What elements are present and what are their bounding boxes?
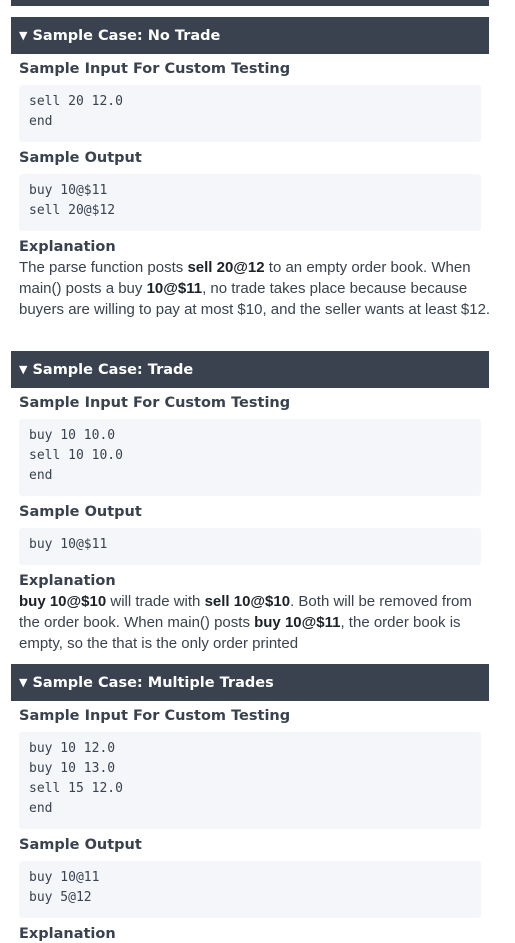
explanation-bold: buy 10@$11 — [254, 614, 341, 631]
explanation-label: Explanation — [19, 926, 116, 942]
caret-down-icon: ▼ — [19, 29, 28, 42]
sample-output-code: buy 10@$11 sell 20@$12 — [19, 174, 481, 231]
explanation-segment: will trade with — [106, 593, 205, 610]
code-line: buy 10@$11 — [29, 183, 108, 198]
sample-output-code: buy 10@$11 — [19, 528, 481, 565]
explanation-segment: The parse function posts — [19, 259, 188, 276]
sample-case-title: Sample Case: Multiple Trades — [32, 674, 274, 691]
caret-down-icon: ▼ — [19, 363, 28, 376]
code-line: buy 10@$11 — [29, 537, 108, 552]
code-line: buy 10 13.0 — [29, 761, 116, 776]
sample-output-label: Sample Output — [19, 504, 142, 520]
sample-case-title: Sample Case: Trade — [32, 361, 194, 378]
sample-input-code: buy 10 12.0 buy 10 13.0 sell 15 12.0 end — [19, 732, 481, 829]
code-line: sell 15 12.0 — [29, 781, 123, 796]
explanation-bold: sell 10@$10 — [204, 593, 291, 610]
sample-input-code: sell 20 12.0 end — [19, 85, 481, 142]
code-line: buy 5@12 — [29, 890, 92, 905]
sample-output-label: Sample Output — [19, 837, 142, 853]
explanation-label: Explanation — [19, 573, 116, 589]
code-line: end — [29, 114, 53, 129]
code-line: buy 10 12.0 — [29, 741, 116, 756]
explanation-text: buy 10@$10 will trade with sell 10@$10. … — [19, 591, 491, 654]
explanation-label: Explanation — [19, 239, 116, 255]
explanation-bold: sell 20@12 — [187, 259, 265, 276]
sample-input-code: buy 10 10.0 sell 10 10.0 end — [19, 419, 481, 496]
code-line: buy 10 10.0 — [29, 428, 116, 443]
sample-case-title: Sample Case: No Trade — [32, 27, 221, 44]
sample-case-header-trade[interactable]: ▼ Sample Case: Trade — [11, 351, 489, 388]
code-line: end — [29, 801, 53, 816]
code-line: sell 20@$12 — [29, 203, 116, 218]
code-line: sell 10 10.0 — [29, 448, 123, 463]
sample-input-label: Sample Input For Custom Testing — [19, 395, 291, 411]
code-line: end — [29, 468, 53, 483]
code-line: buy 10@11 — [29, 870, 100, 885]
explanation-text: The parse function posts sell 20@12 to a… — [19, 257, 491, 320]
sample-output-label: Sample Output — [19, 150, 142, 166]
sample-input-label: Sample Input For Custom Testing — [19, 61, 291, 77]
sample-output-code: buy 10@11 buy 5@12 — [19, 861, 481, 918]
sample-case-header-no-trade[interactable]: ▼ Sample Case: No Trade — [11, 17, 489, 54]
explanation-bold: 10@$11 — [146, 280, 203, 297]
sample-case-header-multiple-trades[interactable]: ▼ Sample Case: Multiple Trades — [11, 664, 489, 701]
explanation-bold: buy 10@$10 — [19, 593, 107, 610]
top-bar — [11, 0, 489, 6]
code-line: sell 20 12.0 — [29, 94, 123, 109]
caret-down-icon: ▼ — [19, 676, 28, 689]
sample-input-label: Sample Input For Custom Testing — [19, 708, 291, 724]
